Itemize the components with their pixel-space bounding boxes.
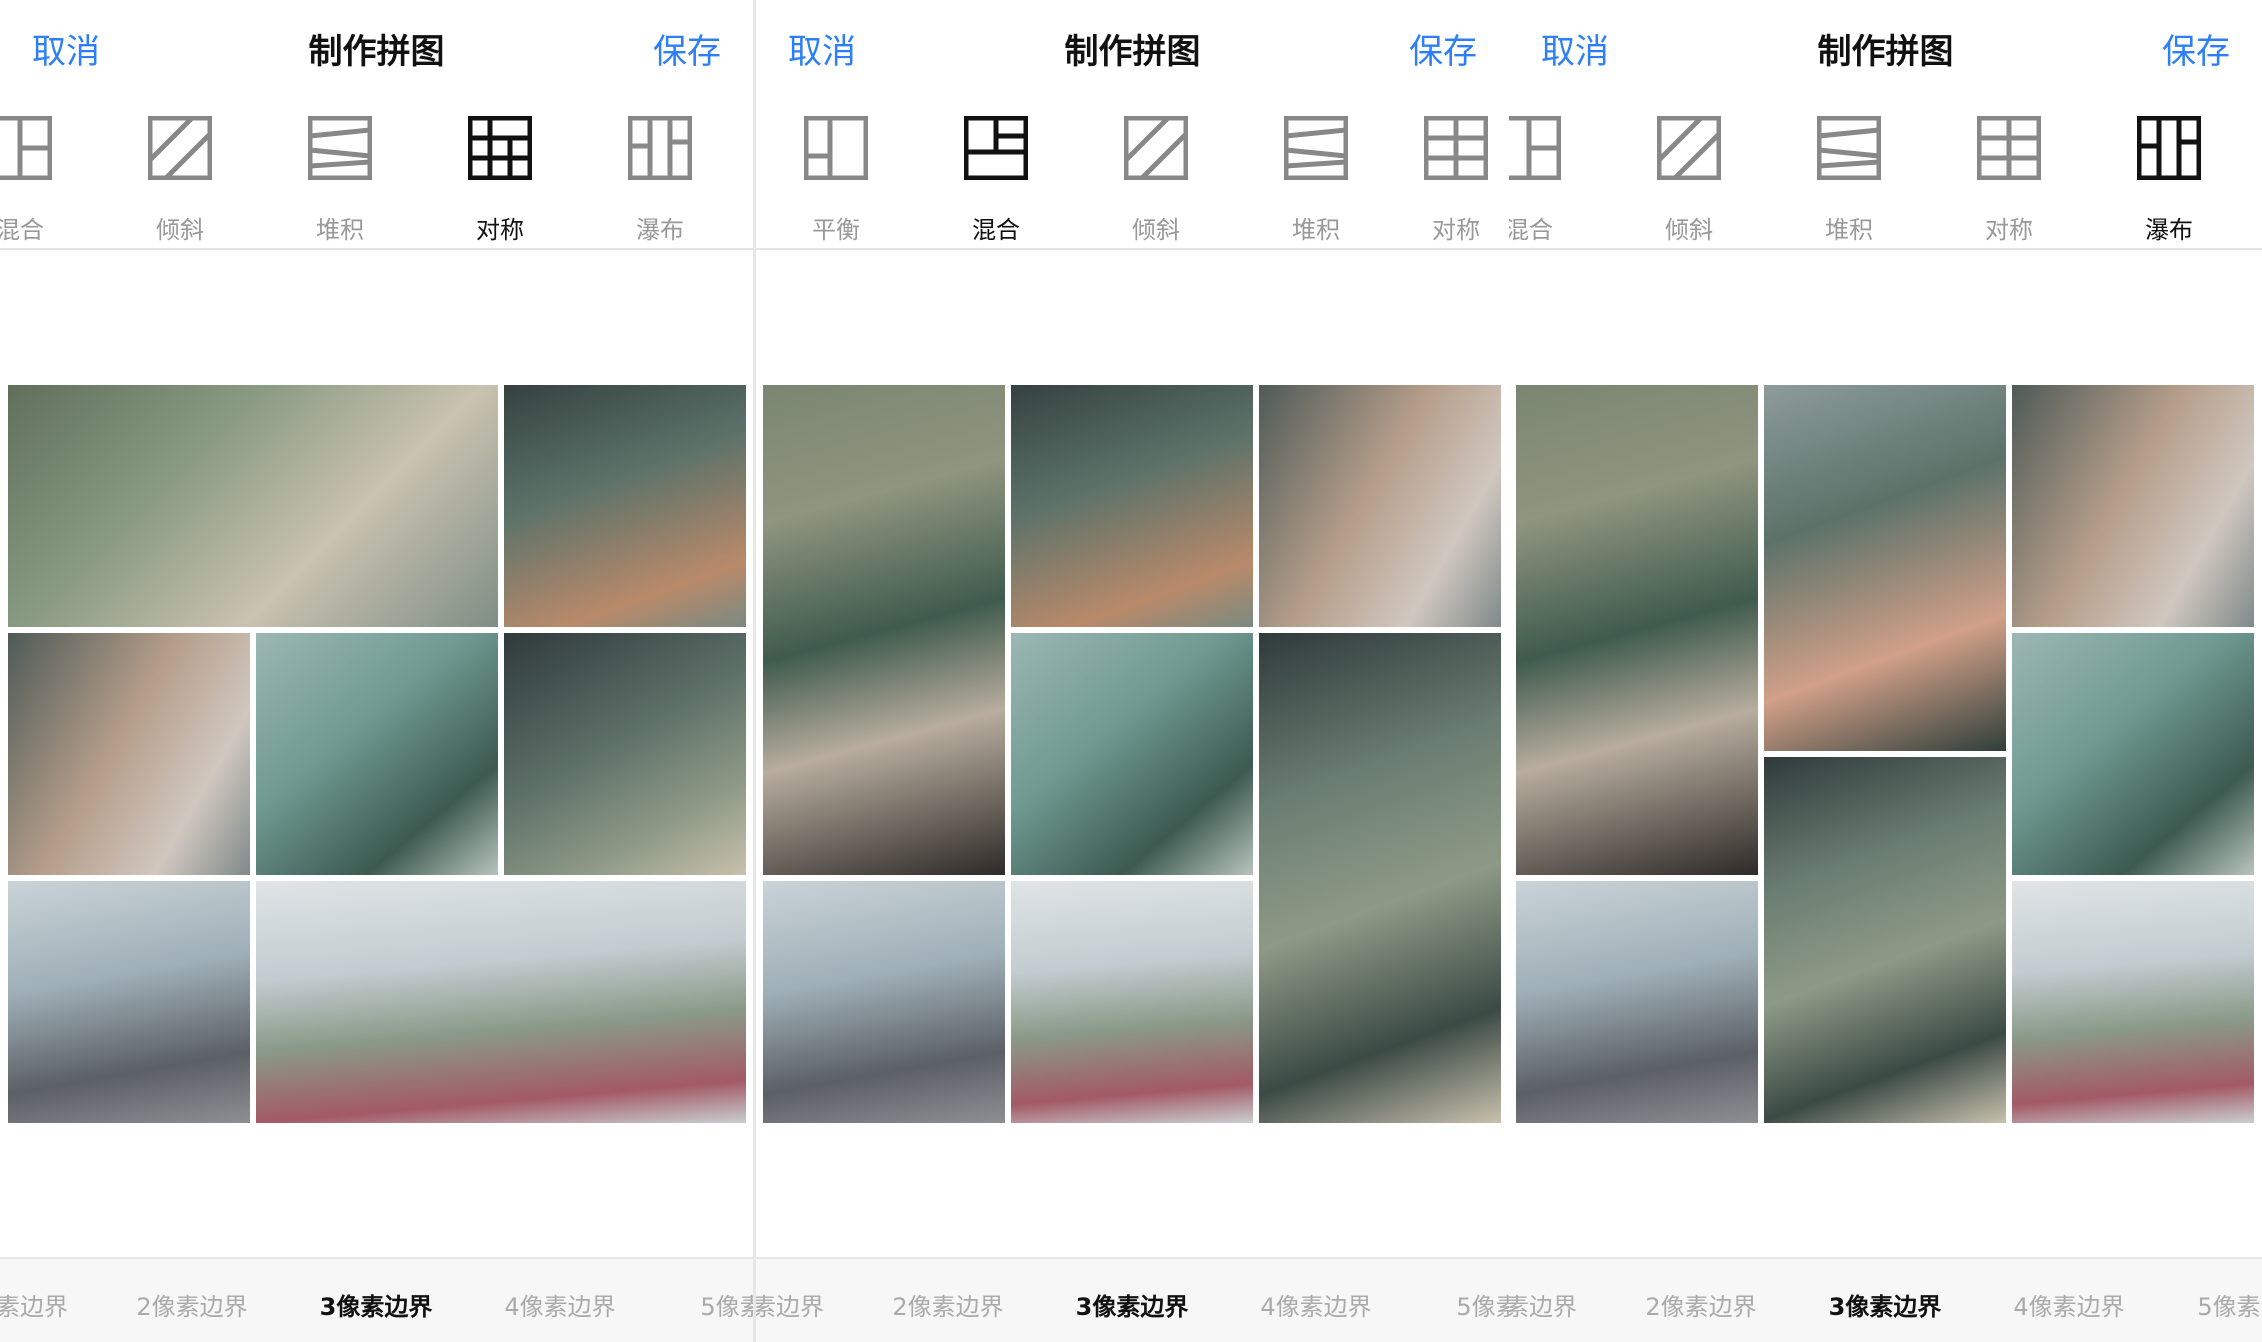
layout-selector: 混合 倾斜 堆积 对称 瀑布 [1509, 100, 2262, 250]
symmetric-layout-icon [468, 116, 532, 180]
collage-photo[interactable] [8, 633, 250, 875]
tilt-layout-icon [148, 116, 212, 180]
top-bar: 取消 制作拼图 保存 [0, 0, 753, 96]
border-option[interactable]: 4像素边界 [1977, 1287, 2161, 1322]
layout-option-mixed[interactable]: 混合 [916, 100, 1076, 248]
collage-photo[interactable] [504, 633, 746, 875]
collage-photo[interactable] [763, 385, 1005, 875]
layout-selector: 混合 倾斜 堆积 对称 瀑布 [0, 100, 753, 250]
layout-selector: 平衡 混合 倾斜 堆积 对称 [756, 100, 1509, 250]
border-option[interactable]: 5像素素 [2149, 1287, 2262, 1322]
border-option[interactable]: 2像素边界 [100, 1287, 284, 1322]
page-title: 制作拼图 [308, 32, 445, 72]
layout-label: 平衡 [812, 216, 860, 244]
border-option-selected[interactable]: 3像素边界 [284, 1287, 468, 1322]
collage-photo[interactable] [1259, 385, 1501, 627]
layout-label: 倾斜 [1665, 216, 1713, 244]
layout-option-tilt[interactable]: 倾斜 [1609, 100, 1769, 248]
collage-panel-2: 取消 制作拼图 保存 平衡 混合 倾斜 堆积 对称 素边界 2像素边界 3像素边… [756, 0, 1509, 1342]
tilt-layout-icon [1124, 116, 1188, 180]
layout-option-balance[interactable]: 平衡 [756, 100, 916, 248]
layout-option-symmetric[interactable]: 对称 [1376, 100, 1509, 248]
layout-label: 堆积 [316, 216, 364, 244]
mixed-layout-icon [964, 116, 1028, 180]
top-bar: 取消 制作拼图 保存 [756, 0, 1509, 96]
collage-photo[interactable] [1764, 757, 2006, 1123]
collage-photo[interactable] [8, 881, 250, 1123]
collage-photo[interactable] [1516, 385, 1758, 875]
page-title: 制作拼图 [1064, 32, 1201, 72]
layout-label: 对称 [1432, 216, 1480, 244]
layout-label: 瀑布 [2145, 216, 2193, 244]
collage-canvas [0, 250, 753, 1255]
border-option[interactable]: 2像素边界 [1609, 1287, 1793, 1322]
symmetric-layout-icon [1424, 116, 1488, 180]
symmetric-layout-icon [1977, 116, 2041, 180]
border-option[interactable]: 2像素边界 [856, 1287, 1040, 1322]
layout-option-stack[interactable]: 堆积 [1236, 100, 1396, 248]
stack-layout-icon [1817, 116, 1881, 180]
border-option[interactable]: 4像素边界 [468, 1287, 652, 1322]
collage-photo[interactable] [1011, 633, 1253, 875]
collage-panel-3: 取消 制作拼图 保存 混合 倾斜 堆积 对称 瀑布 素边界 2像素边界 3像素边… [1509, 0, 2262, 1342]
border-option[interactable]: 5像素 [1396, 1287, 1509, 1322]
collage-photo[interactable] [256, 881, 746, 1123]
collage-photo[interactable] [1516, 881, 1758, 1123]
tilt-layout-icon [1657, 116, 1721, 180]
layout-label: 倾斜 [1132, 216, 1180, 244]
border-option-selected[interactable]: 3像素边界 [1040, 1287, 1224, 1322]
collage-photo[interactable] [2012, 633, 2254, 875]
collage-photo[interactable] [1011, 385, 1253, 627]
layout-label: 对称 [476, 216, 524, 244]
collage-photo[interactable] [1764, 385, 2006, 751]
layout-label: 堆积 [1292, 216, 1340, 244]
save-button[interactable]: 保存 [1409, 24, 1477, 73]
stack-layout-icon [1284, 116, 1348, 180]
collage-photo[interactable] [2012, 881, 2254, 1123]
waterfall-layout-icon [628, 116, 692, 180]
collage-photo[interactable] [8, 385, 498, 627]
top-bar: 取消 制作拼图 保存 [1509, 0, 2262, 96]
layout-option-waterfall[interactable]: 瀑布 [580, 100, 740, 248]
layout-label: 堆积 [1825, 216, 1873, 244]
collage-photo[interactable] [504, 385, 746, 627]
save-button[interactable]: 保存 [2162, 24, 2230, 73]
layout-label: 瀑布 [636, 216, 684, 244]
collage-photo[interactable] [1011, 881, 1253, 1123]
border-width-selector: 素边界 2像素边界 3像素边界 4像素边界 5像素 [0, 1257, 753, 1342]
layout-option-tilt[interactable]: 倾斜 [1076, 100, 1236, 248]
layout-option-symmetric[interactable]: 对称 [1929, 100, 2089, 248]
collage-canvas [756, 250, 1509, 1255]
layout-option-symmetric[interactable]: 对称 [420, 100, 580, 248]
border-option-selected[interactable]: 3像素边界 [1793, 1287, 1977, 1322]
layout-option-mixed[interactable]: 混合 [1509, 100, 1609, 248]
layout-option-stack[interactable]: 堆积 [1769, 100, 1929, 248]
border-option[interactable]: 4像素边界 [1224, 1287, 1408, 1322]
collage-canvas [1509, 250, 2262, 1255]
collage-photo[interactable] [2012, 385, 2254, 627]
balance-layout-icon [804, 116, 868, 180]
layout-option-stack[interactable]: 堆积 [260, 100, 420, 248]
layout-label: 混合 [1509, 216, 1553, 244]
layout-option-tilt[interactable]: 倾斜 [100, 100, 260, 248]
collage-photo[interactable] [763, 881, 1005, 1123]
save-button[interactable]: 保存 [653, 24, 721, 73]
page-title: 制作拼图 [1817, 32, 1954, 72]
layout-option-mixed[interactable]: 混合 [0, 100, 100, 248]
layout-label: 混合 [0, 216, 44, 244]
border-option[interactable]: 5像素 [640, 1287, 753, 1322]
border-width-selector: 素边界 2像素边界 3像素边界 4像素边界 5像素 [756, 1257, 1509, 1342]
waterfall-layout-icon [2137, 116, 2201, 180]
collage-photo[interactable] [256, 633, 498, 875]
mixed-layout-icon [0, 116, 52, 180]
collage-photo[interactable] [1259, 633, 1501, 1123]
layout-label: 混合 [972, 216, 1020, 244]
layout-label: 倾斜 [156, 216, 204, 244]
layout-label: 对称 [1985, 216, 2033, 244]
stack-layout-icon [308, 116, 372, 180]
collage-panel-1: 取消 制作拼图 保存 混合 倾斜 堆积 对称 瀑布 素边界 2像素边界 3像素边… [0, 0, 753, 1342]
mixed-layout-icon [1509, 116, 1561, 180]
border-width-selector: 素边界 2像素边界 3像素边界 4像素边界 5像素素 [1509, 1257, 2262, 1342]
layout-option-waterfall[interactable]: 瀑布 [2089, 100, 2249, 248]
